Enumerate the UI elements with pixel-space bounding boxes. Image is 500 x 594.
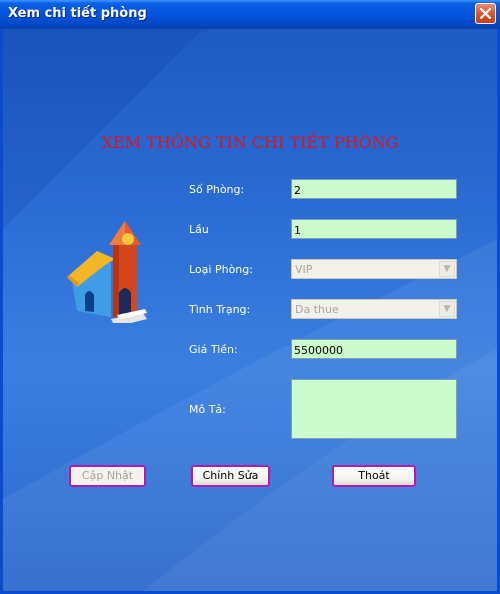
close-button[interactable] [475,3,496,24]
close-icon [479,7,492,20]
price-label: Giá Tiền: [189,343,238,356]
status-value: Da thue [295,303,339,316]
chevron-down-icon[interactable]: ▼ [439,301,455,317]
room-type-value: VIP [295,263,313,276]
form-body: XEM THÔNG TIN CHI TIẾT PHÒNG Số Phòng: L… [3,29,497,591]
window-title: Xem chi tiết phòng [8,6,147,21]
page-heading: XEM THÔNG TIN CHI TIẾT PHÒNG [101,133,399,152]
description-textarea[interactable] [291,379,457,439]
room-type-label: Loại Phòng: [189,263,253,276]
room-type-select[interactable]: VIP ▼ [291,259,457,279]
exit-button[interactable]: Thoát [332,465,416,487]
floor-input[interactable] [291,219,457,239]
room-number-input[interactable] [291,179,457,199]
house-icon [67,215,147,328]
edit-button[interactable]: Chỉnh Sửa [191,465,270,487]
update-button[interactable]: Cập Nhật [69,465,146,487]
floor-label: Lầu [189,223,209,236]
title-bar[interactable]: Xem chi tiết phòng [0,0,500,29]
description-label: Mô Tả: [189,403,226,416]
room-detail-window: Xem chi tiết phòng XEM THÔNG TIN CHI TIẾ… [0,0,500,594]
status-select[interactable]: Da thue ▼ [291,299,457,319]
price-input[interactable] [291,339,457,359]
status-label: Tình Trạng: [189,303,251,316]
room-number-label: Số Phòng: [189,183,245,196]
chevron-down-icon[interactable]: ▼ [439,261,455,277]
